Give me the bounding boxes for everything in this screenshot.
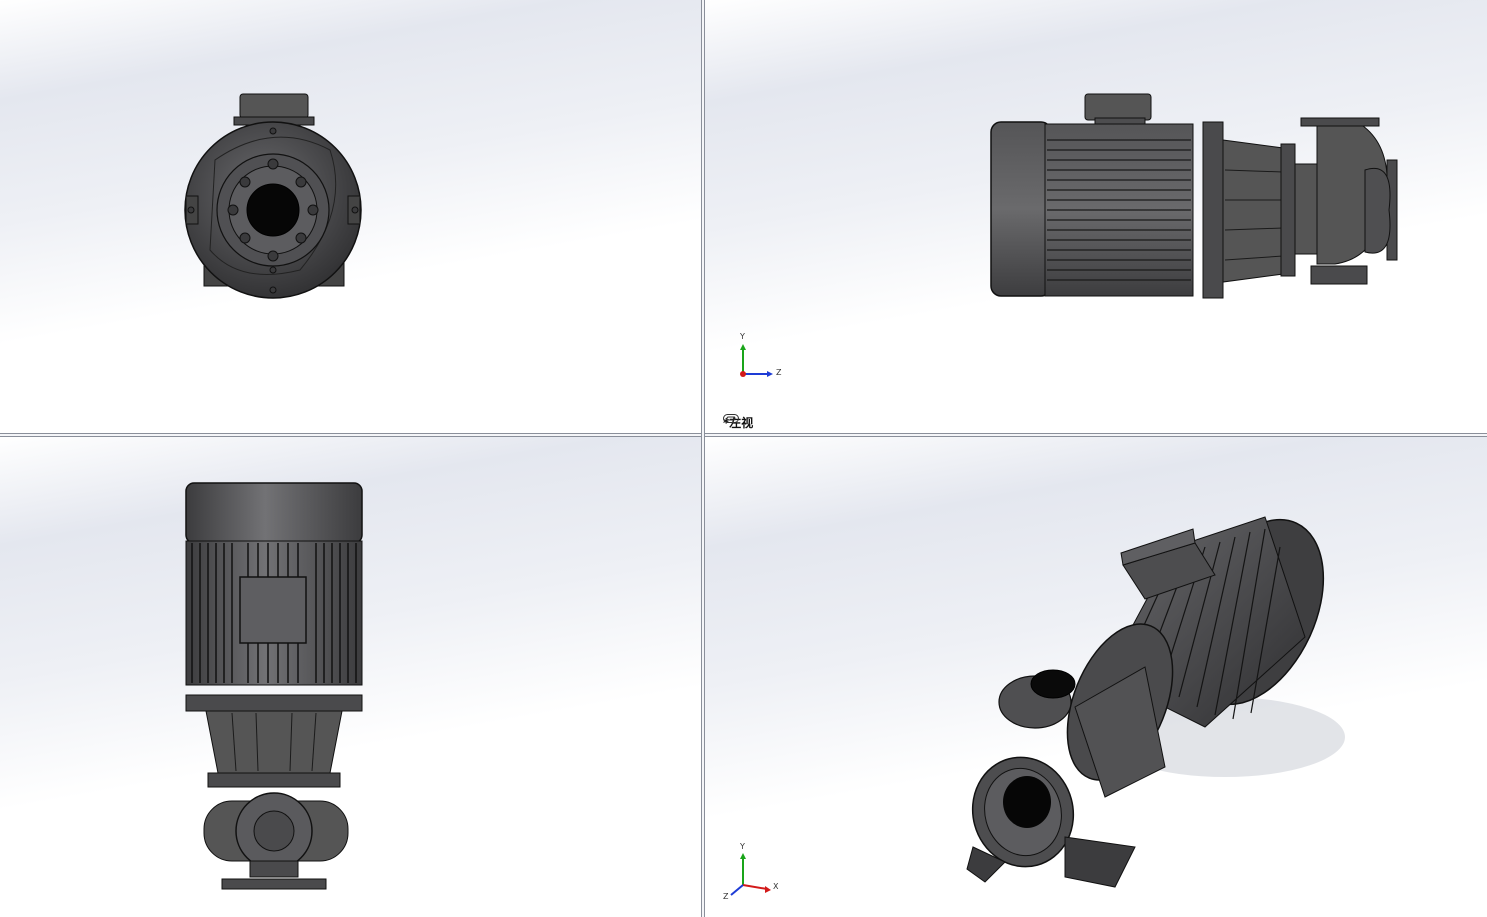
pump-isometric-view: Y X Z	[723, 516, 1345, 901]
triad-z-label: Z	[723, 892, 729, 901]
viewport-isometric[interactable]: Y X Z	[705, 437, 1487, 917]
view-label[interactable]: *左视	[723, 414, 753, 431]
pump-front-view	[184, 93, 362, 299]
link-icon	[723, 414, 739, 423]
horizontal-viewport-splitter[interactable]	[0, 433, 1487, 437]
viewport-left[interactable]: Y Z *左视	[705, 0, 1487, 433]
triad-y-label: Y	[739, 842, 745, 851]
vertical-viewport-splitter[interactable]	[701, 0, 705, 917]
viewport-front[interactable]	[0, 0, 701, 433]
pump-side-view: Y Z	[739, 93, 1398, 377]
pump-top-view	[185, 482, 363, 890]
triad-y-label: Y	[739, 332, 745, 341]
orientation-triad-iso: Y X Z	[723, 842, 779, 901]
triad-x-label: X	[773, 882, 779, 891]
orientation-triad: Y Z	[739, 332, 782, 377]
viewport-top[interactable]	[0, 437, 701, 917]
triad-z-label: Z	[776, 368, 782, 377]
